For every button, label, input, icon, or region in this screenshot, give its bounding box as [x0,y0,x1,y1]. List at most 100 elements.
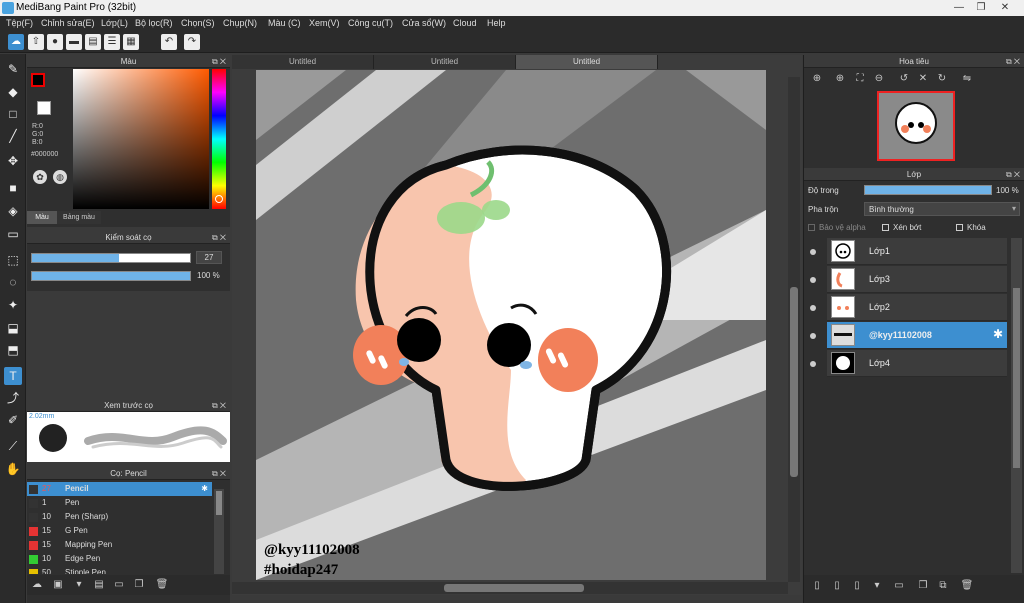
lock-checkbox[interactable] [956,224,963,231]
hue-slider[interactable] [212,69,226,209]
menu-select[interactable]: Chọn(S) [181,18,215,28]
layer-row-lop2[interactable]: Lớp2 [827,294,1007,321]
upload-icon[interactable]: ⇧ [28,34,44,50]
menu-snap[interactable]: Chụp(N) [223,18,257,28]
gear-icon[interactable]: ✱ [993,327,1003,341]
undo-icon[interactable]: ↶ [161,34,177,50]
fill-rect-tool-icon[interactable]: ■ [4,179,22,197]
hand-tool-icon[interactable]: ✋ [4,460,22,478]
panel-close-icon[interactable]: ⧉ ✕ [212,467,226,480]
panel-close-icon[interactable]: ⧉ ✕ [212,399,226,412]
tab-palette[interactable]: Bảng màu [57,211,101,224]
tab-untitled-2[interactable]: Untitled [374,55,516,69]
new-layer-3-icon[interactable]: ▯ [850,579,864,593]
copy-icon[interactable]: ❐ [132,578,146,592]
brush-item-pen[interactable]: 1 Pen [27,496,212,510]
menu-edit[interactable]: Chỉnh sửa(E) [41,18,95,28]
cloud-icon[interactable]: ☁ [8,34,24,50]
new-layer-2-icon[interactable]: ▯ [830,579,844,593]
comment-icon[interactable]: ● [47,34,63,50]
protect-alpha-checkbox[interactable] [808,224,815,231]
tab-untitled-3[interactable]: Untitled [516,55,658,69]
brush-doc-icon[interactable]: ▤ [92,578,106,592]
close-button[interactable]: ✕ [996,1,1014,14]
panel-close-icon[interactable]: ⧉ ✕ [1006,55,1020,68]
panel-close-icon[interactable]: ⧉ ✕ [212,55,226,68]
list-icon[interactable]: ☰ [104,34,120,50]
brush-item-pencil[interactable]: 27 Pencil ✱ [27,482,212,496]
menu-color[interactable]: Màu (C) [268,18,301,28]
visibility-eye-icon[interactable] [810,249,816,255]
color-wheel-icon[interactable]: ◍ [53,170,67,184]
folder-icon[interactable]: ▭ [892,579,906,593]
menu-window[interactable]: Cửa sổ(W) [402,18,446,28]
zoom-in-icon-2[interactable]: ⊕ [833,72,847,86]
main-color-swatch[interactable] [31,73,45,87]
chat-icon[interactable]: ▬ [66,34,82,50]
menu-cloud[interactable]: Cloud [453,18,477,28]
layer-opacity-slider[interactable] [864,185,992,195]
flip-icon[interactable]: ⇋ [960,72,974,86]
hue-handle[interactable] [215,195,223,203]
brush-size-value[interactable]: 27 [196,251,222,264]
operation-tool-icon[interactable]: ⤴ [4,389,22,407]
panel-close-icon[interactable]: ⧉ ✕ [212,231,226,244]
brush-size-slider[interactable] [31,253,191,263]
canvas-horizontal-scrollbar[interactable] [232,582,788,594]
redo-icon[interactable]: ↷ [184,34,200,50]
line-tool-icon[interactable]: ╱ [4,127,22,145]
trash-icon[interactable]: 🗑 [960,579,974,593]
visibility-eye-icon[interactable] [810,277,816,283]
menu-filter[interactable]: Bộ lọc(R) [135,18,173,28]
saturation-picker[interactable] [73,69,209,209]
layer-row-watermark[interactable]: @kyy11102008 ✱ [827,322,1007,349]
rotate-right-icon[interactable]: ↻ [935,72,949,86]
text-tool-icon[interactable]: T [4,367,22,385]
select-pen-tool-icon[interactable]: ⬓ [4,319,22,337]
blend-mode-select[interactable]: Bình thường ▾ [864,202,1020,216]
add-brush-icon[interactable]: ▣ [51,578,65,592]
zoom-out-icon[interactable]: ⊖ [872,72,886,86]
document-icon[interactable]: ▤ [85,34,101,50]
visibility-eye-icon[interactable] [810,333,816,339]
palette-icon[interactable]: ✿ [33,170,47,184]
eraser-tool-icon[interactable]: ◆ [4,83,22,101]
rotate-left-icon[interactable]: ↺ [897,72,911,86]
layer-row-lop4[interactable]: Lớp4 [827,350,1007,377]
brush-item-mapping-pen[interactable]: 15 Mapping Pen [27,538,212,552]
menu-help[interactable]: Help [487,18,506,28]
brush-list-scrollbar[interactable] [214,489,224,574]
bucket-tool-icon[interactable]: ◈ [4,202,22,220]
tab-color[interactable]: Màu [27,211,57,224]
cloud-brush-icon[interactable]: ☁ [30,578,44,592]
select-eraser-tool-icon[interactable]: ⬒ [4,341,22,359]
layer-row-lop3[interactable]: Lớp3 [827,266,1007,293]
gradient-tool-icon[interactable]: ▭ [4,225,22,243]
zoom-in-icon[interactable]: ⊕ [810,72,824,86]
lasso-tool-icon[interactable]: ◌ [4,273,22,291]
brush-opacity-slider[interactable] [31,271,191,281]
menu-tools[interactable]: Công cụ(T) [348,18,393,28]
brush-item-stipple-pen[interactable]: 50 Stipple Pen [27,566,212,574]
fit-icon[interactable]: ⛶ [853,72,867,86]
panel-close-icon[interactable]: ⧉ ✕ [1006,168,1020,181]
layer-type-icon[interactable]: ▾ [870,579,884,593]
shape-tool-icon[interactable]: □ [4,105,22,123]
tab-untitled-1[interactable]: Untitled [232,55,374,69]
brush-item-pen-sharp[interactable]: 10 Pen (Sharp) [27,510,212,524]
minimize-button[interactable]: — [950,1,968,14]
move-tool-icon[interactable]: ✥ [4,152,22,170]
grid-icon[interactable]: ▦ [123,34,139,50]
merge-icon[interactable]: ⧉ [936,579,950,593]
brush-item-edge-pen[interactable]: 10 Edge Pen [27,552,212,566]
menu-layer[interactable]: Lớp(L) [101,18,128,28]
menu-file[interactable]: Tệp(F) [6,18,33,28]
layer-row-lop1[interactable]: Lớp1 [827,238,1007,265]
eyedropper-tool-icon[interactable]: ⟋ [4,437,22,455]
duplicate-icon[interactable]: ❐ [916,579,930,593]
visibility-eye-icon[interactable] [810,305,816,311]
select-rect-tool-icon[interactable]: ⬚ [4,251,22,269]
menu-view[interactable]: Xem(V) [309,18,340,28]
divide-tool-icon[interactable]: ✐ [4,411,22,429]
artwork-canvas[interactable]: @kyy11102008 #hoidap247 [256,70,766,580]
